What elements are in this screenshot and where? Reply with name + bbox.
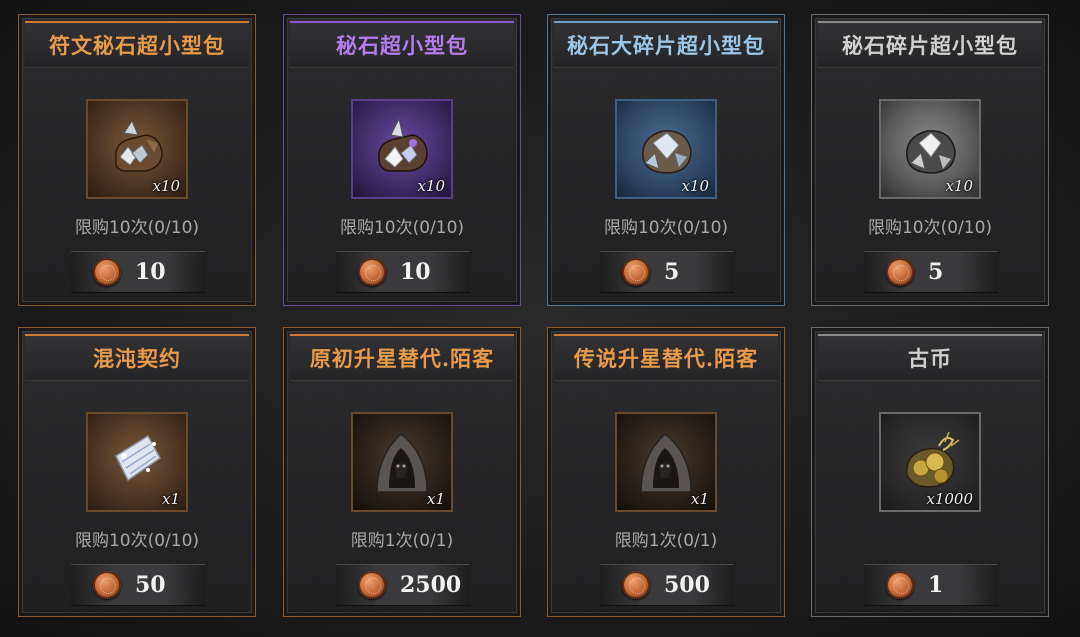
mooncake-coin-icon <box>886 258 914 286</box>
shop-item-card[interactable]: 秘石碎片超小型包 x10 限购10次(0/10) 5 <box>811 14 1049 306</box>
buy-button[interactable]: 10 <box>71 251 205 293</box>
item-slot[interactable]: x10 <box>879 99 981 199</box>
shop-grid: 符文秘石超小型包 x10 限购10次(0/10) 10 秘石超小型包 x10 限… <box>0 0 1080 637</box>
item-quantity: x1 <box>690 490 709 508</box>
item-title: 混沌契约 <box>93 346 181 371</box>
purchase-limit: 限购10次(0/10) <box>74 218 200 238</box>
buy-button[interactable]: 2500 <box>336 564 470 606</box>
mooncake-coin-icon <box>93 571 121 599</box>
purchase-limit: 限购10次(0/10) <box>74 531 200 551</box>
runestone-pack-icon <box>114 119 163 172</box>
item-price: 50 <box>135 572 166 598</box>
item-quantity: x1 <box>161 490 180 508</box>
buy-button[interactable]: 10 <box>336 251 470 293</box>
buy-button[interactable]: 500 <box>600 564 734 606</box>
purchase-limit: 限购1次(0/1) <box>614 531 718 551</box>
arcane-stone-pack-icon <box>378 117 428 172</box>
hooded-stranger-icon <box>640 433 692 493</box>
shard-pack-icon <box>906 130 956 174</box>
shop-item-card[interactable]: 混沌契约 x1 限购10次(0/10) 50 <box>18 327 256 617</box>
purchase-limit: 限购10次(0/10) <box>867 218 993 238</box>
mooncake-coin-icon <box>358 571 386 599</box>
item-title-bar: 原初升星替代.陌客 <box>290 334 514 381</box>
item-price: 1 <box>928 572 944 598</box>
item-quantity: x10 <box>417 177 445 195</box>
item-title-bar: 秘石大碎片超小型包 <box>554 21 778 68</box>
purchase-limit: 限购10次(0/10) <box>603 218 729 238</box>
item-title: 秘石超小型包 <box>336 33 468 58</box>
mooncake-coin-icon <box>886 571 914 599</box>
item-quantity: x10 <box>681 177 709 195</box>
item-title: 符文秘石超小型包 <box>49 33 225 58</box>
item-slot[interactable]: x1 <box>615 412 717 512</box>
item-slot[interactable]: x1 <box>351 412 453 512</box>
item-price: 10 <box>400 259 431 285</box>
ancient-coin-icon <box>906 431 960 488</box>
item-title-bar: 秘石超小型包 <box>290 21 514 68</box>
item-title: 传说升星替代.陌客 <box>573 346 759 371</box>
shop-item-card[interactable]: 传说升星替代.陌客 x1 限购1次(0/1) 500 <box>547 327 785 617</box>
item-title: 秘石碎片超小型包 <box>842 33 1018 58</box>
shop-item-card[interactable]: 符文秘石超小型包 x10 限购10次(0/10) 10 <box>18 14 256 306</box>
shop-item-card[interactable]: 原初升星替代.陌客 x1 限购1次(0/1) 2500 <box>283 327 521 617</box>
shop-item-card[interactable]: 古币 x1000 1 <box>811 327 1049 617</box>
item-title-bar: 秘石碎片超小型包 <box>818 21 1042 68</box>
mooncake-coin-icon <box>93 258 121 286</box>
item-slot[interactable]: x1000 <box>879 412 981 512</box>
item-slot[interactable]: x10 <box>351 99 453 199</box>
purchase-limit: 限购10次(0/10) <box>339 218 465 238</box>
item-quantity: x10 <box>152 177 180 195</box>
buy-button[interactable]: 5 <box>864 251 998 293</box>
item-slot[interactable]: x1 <box>86 412 188 512</box>
item-price: 2500 <box>400 572 462 598</box>
item-title: 原初升星替代.陌客 <box>309 346 495 371</box>
shop-item-card[interactable]: 秘石超小型包 x10 限购10次(0/10) 10 <box>283 14 521 306</box>
mooncake-coin-icon <box>622 571 650 599</box>
item-title: 古币 <box>908 346 952 371</box>
item-title-bar: 混沌契约 <box>25 334 249 381</box>
purchase-limit: 限购1次(0/1) <box>350 531 454 551</box>
item-title-bar: 传说升星替代.陌客 <box>554 334 778 381</box>
buy-button[interactable]: 5 <box>600 251 734 293</box>
item-price: 5 <box>664 259 680 285</box>
item-title: 秘石大碎片超小型包 <box>567 33 765 58</box>
mooncake-coin-icon <box>358 258 386 286</box>
item-quantity: x10 <box>945 177 973 195</box>
item-price: 10 <box>135 259 166 285</box>
item-quantity: x1000 <box>926 490 973 508</box>
item-title-bar: 符文秘石超小型包 <box>25 21 249 68</box>
chaos-contract-icon <box>115 434 161 482</box>
buy-button[interactable]: 50 <box>71 564 205 606</box>
item-title-bar: 古币 <box>818 334 1042 381</box>
item-quantity: x1 <box>426 490 445 508</box>
item-price: 500 <box>664 572 710 598</box>
mooncake-coin-icon <box>622 258 650 286</box>
hooded-stranger-icon <box>376 433 428 493</box>
item-slot[interactable]: x10 <box>615 99 717 199</box>
item-price: 5 <box>928 259 944 285</box>
item-slot[interactable]: x10 <box>86 99 188 199</box>
buy-button[interactable]: 1 <box>864 564 998 606</box>
shop-item-card[interactable]: 秘石大碎片超小型包 x10 限购10次(0/10) 5 <box>547 14 785 306</box>
large-shard-pack-icon <box>642 130 692 174</box>
